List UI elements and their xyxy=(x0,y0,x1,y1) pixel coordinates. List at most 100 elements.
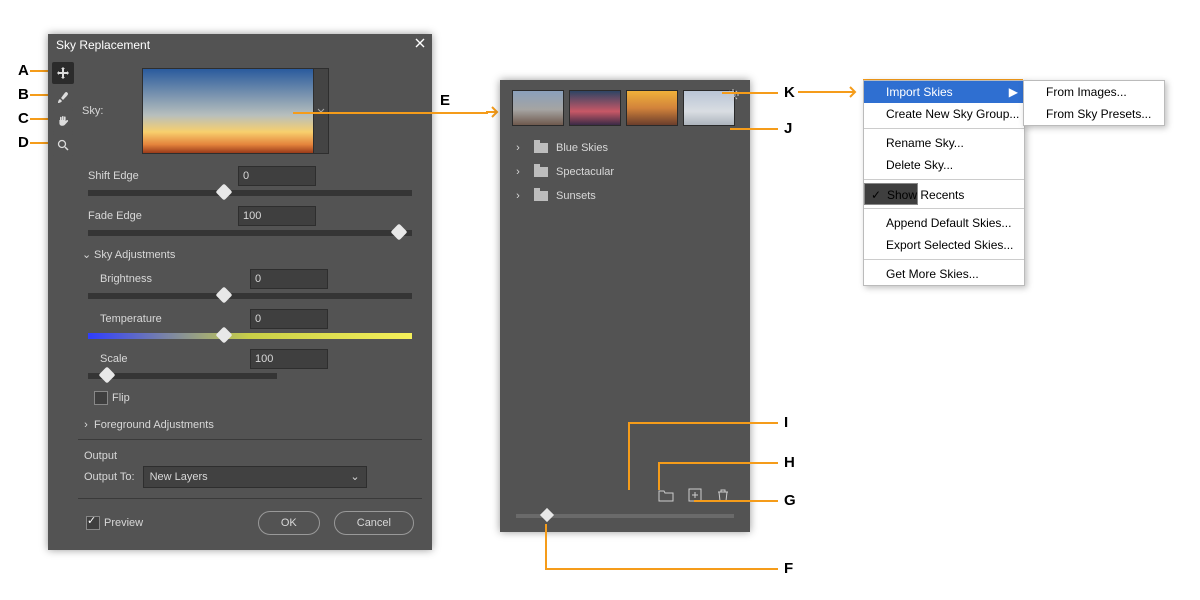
foreground-adjustments-label: Foreground Adjustments xyxy=(94,419,214,431)
folder-row[interactable]: › Spectacular xyxy=(500,160,750,184)
callout-b: B xyxy=(18,86,29,103)
shift-edge-slider[interactable] xyxy=(88,190,412,196)
flip-row[interactable]: Flip xyxy=(78,389,422,411)
recent-thumb[interactable] xyxy=(626,90,678,126)
chevron-right-icon: › xyxy=(82,419,90,431)
separator xyxy=(78,439,422,440)
dialog-titlebar[interactable]: Sky Replacement xyxy=(48,34,432,56)
recent-thumb[interactable] xyxy=(569,90,621,126)
scale-label: Scale xyxy=(84,353,250,365)
arrow-right-icon xyxy=(798,86,862,98)
preview-checkbox[interactable] xyxy=(86,516,100,530)
menu-create-sky-group[interactable]: Create New Sky Group... xyxy=(864,103,1024,125)
callout-line-b xyxy=(30,94,48,96)
gear-menu: Import Skies ▶ Create New Sky Group... Re… xyxy=(863,80,1025,286)
import-submenu: From Images... From Sky Presets... xyxy=(1023,80,1165,126)
sky-adjustments-header[interactable]: ⌄ Sky Adjustments xyxy=(78,246,422,263)
move-tool-icon[interactable] xyxy=(52,62,74,84)
cancel-button[interactable]: Cancel xyxy=(334,511,414,535)
sky-label: Sky: xyxy=(78,105,142,117)
chevron-down-icon: ⌄ xyxy=(82,248,90,261)
scale-slider[interactable] xyxy=(88,373,277,379)
output-to-select[interactable]: New Layers ⌄ xyxy=(143,466,367,488)
chevron-right-icon: › xyxy=(514,190,522,202)
chevron-right-icon: › xyxy=(514,142,522,154)
callout-line-g xyxy=(694,500,778,502)
callout-d: D xyxy=(18,134,29,151)
brightness-label: Brightness xyxy=(84,273,250,285)
callout-line-i-h xyxy=(628,422,778,424)
callout-e: E xyxy=(440,92,450,109)
callout-line-i-v xyxy=(628,422,630,490)
menu-rename-sky[interactable]: Rename Sky... xyxy=(864,132,1024,154)
menu-show-recents[interactable]: Show Recents xyxy=(864,183,918,205)
recents-row xyxy=(500,80,750,136)
brush-tool-icon[interactable] xyxy=(52,86,74,108)
output-to-label: Output To: xyxy=(82,471,135,483)
output-to-value: New Layers xyxy=(150,467,208,487)
menu-export-selected[interactable]: Export Selected Skies... xyxy=(864,234,1024,256)
temperature-value[interactable]: 0 xyxy=(250,309,328,329)
flip-label: Flip xyxy=(112,392,130,404)
folder-label: Blue Skies xyxy=(556,142,608,154)
arrow-right-icon xyxy=(486,106,500,118)
new-folder-icon[interactable] xyxy=(658,488,674,502)
callout-line-k xyxy=(722,92,778,94)
shift-edge-label: Shift Edge xyxy=(84,170,238,182)
sky-preset-picker[interactable] xyxy=(314,68,329,154)
ok-button[interactable]: OK xyxy=(258,511,320,535)
menu-delete-sky[interactable]: Delete Sky... xyxy=(864,154,1024,176)
callout-f: F xyxy=(784,560,793,577)
output-section: Output Output To: New Layers ⌄ xyxy=(78,446,422,492)
shift-edge-value[interactable]: 0 xyxy=(238,166,316,186)
folder-icon xyxy=(534,191,548,201)
menu-get-more[interactable]: Get More Skies... xyxy=(864,263,1024,285)
callout-i: I xyxy=(784,414,788,431)
brightness-value[interactable]: 0 xyxy=(250,269,328,289)
brightness-slider[interactable] xyxy=(88,293,412,299)
callout-line-a xyxy=(30,70,48,72)
submenu-from-presets[interactable]: From Sky Presets... xyxy=(1024,103,1164,125)
folder-icon xyxy=(534,167,548,177)
chevron-down-icon: ⌄ xyxy=(350,467,359,487)
chevron-right-icon: › xyxy=(514,166,522,178)
callout-j: J xyxy=(784,120,792,137)
tool-column xyxy=(52,62,74,158)
temperature-slider[interactable] xyxy=(88,333,412,339)
sky-adjustments-label: Sky Adjustments xyxy=(94,249,175,261)
preview-row[interactable]: Preview xyxy=(86,516,143,530)
scale-value[interactable]: 100 xyxy=(250,349,328,369)
callout-line-h-h xyxy=(658,462,778,464)
output-header: Output xyxy=(82,450,418,462)
preview-label: Preview xyxy=(104,517,143,529)
callout-line-j xyxy=(730,128,778,130)
close-icon[interactable] xyxy=(414,37,426,49)
zoom-tool-icon[interactable] xyxy=(52,134,74,156)
folder-label: Spectacular xyxy=(556,166,614,178)
recent-thumb[interactable] xyxy=(512,90,564,126)
callout-line-e xyxy=(293,112,488,114)
callout-h: H xyxy=(784,454,795,471)
fade-edge-value[interactable]: 100 xyxy=(238,206,316,226)
menu-append-default[interactable]: Append Default Skies... xyxy=(864,212,1024,234)
fade-edge-slider[interactable] xyxy=(88,230,412,236)
dialog-title: Sky Replacement xyxy=(56,38,150,52)
thumbnail-size-slider[interactable] xyxy=(516,514,734,518)
hand-tool-icon[interactable] xyxy=(52,110,74,132)
callout-c: C xyxy=(18,110,29,127)
submenu-arrow-icon: ▶ xyxy=(1009,85,1018,99)
folder-row[interactable]: › Blue Skies xyxy=(500,136,750,160)
callout-line-h-v xyxy=(658,462,660,490)
submenu-from-images[interactable]: From Images... xyxy=(1024,81,1164,103)
foreground-adjustments-header[interactable]: › Foreground Adjustments xyxy=(78,417,422,433)
callout-line-c xyxy=(30,118,48,120)
temperature-label: Temperature xyxy=(84,313,250,325)
callout-g: G xyxy=(784,492,796,509)
flip-checkbox[interactable] xyxy=(94,391,108,405)
sky-preview-thumb xyxy=(142,68,314,154)
callout-line-f-h xyxy=(545,568,778,570)
gear-icon[interactable] xyxy=(726,88,740,102)
menu-import-skies[interactable]: Import Skies ▶ xyxy=(864,81,1024,103)
menu-item-label: Import Skies xyxy=(886,85,953,99)
folder-row[interactable]: ›Sunsets xyxy=(500,184,750,208)
